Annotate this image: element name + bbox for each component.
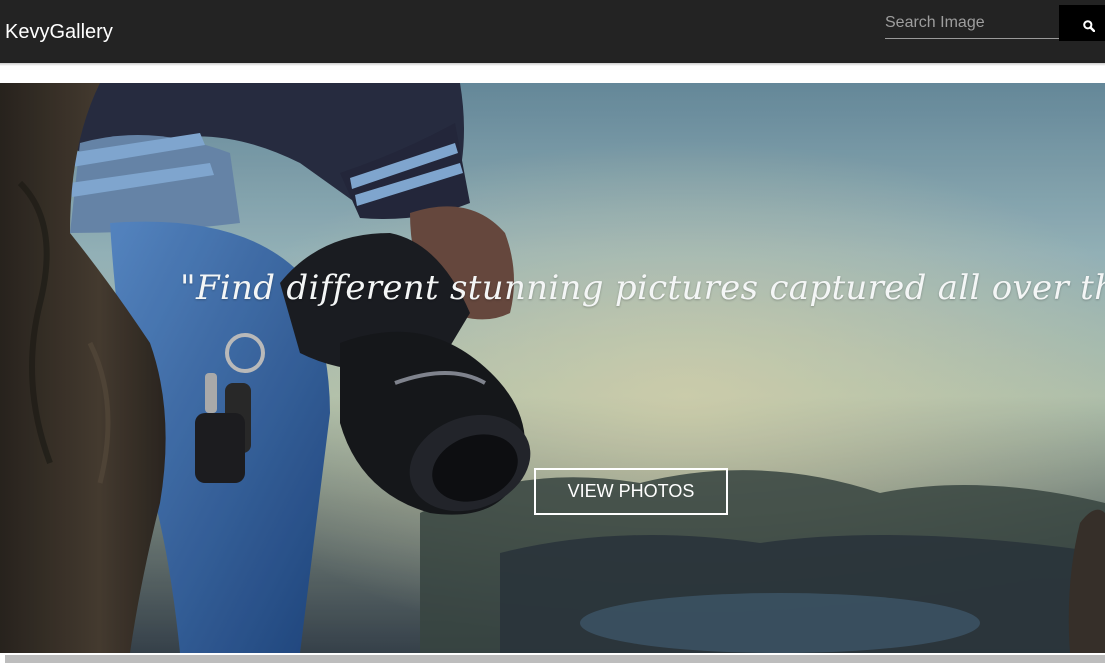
- brand-logo-link[interactable]: KevyGallery: [5, 20, 113, 44]
- bottom-scroll-bar: [5, 655, 1105, 663]
- hero-banner: "Find different stunning pictures captur…: [0, 83, 1105, 653]
- navbar-shadow: [0, 63, 1105, 66]
- search-button[interactable]: [1059, 5, 1105, 41]
- hero-quote: "Find different stunning pictures captur…: [180, 268, 1105, 308]
- search-input[interactable]: [885, 8, 1059, 39]
- search-icon: [1083, 20, 1095, 32]
- hero-background-photo: [0, 83, 1105, 653]
- navbar: KevyGallery: [0, 0, 1105, 63]
- view-photos-button[interactable]: VIEW PHOTOS: [534, 468, 728, 515]
